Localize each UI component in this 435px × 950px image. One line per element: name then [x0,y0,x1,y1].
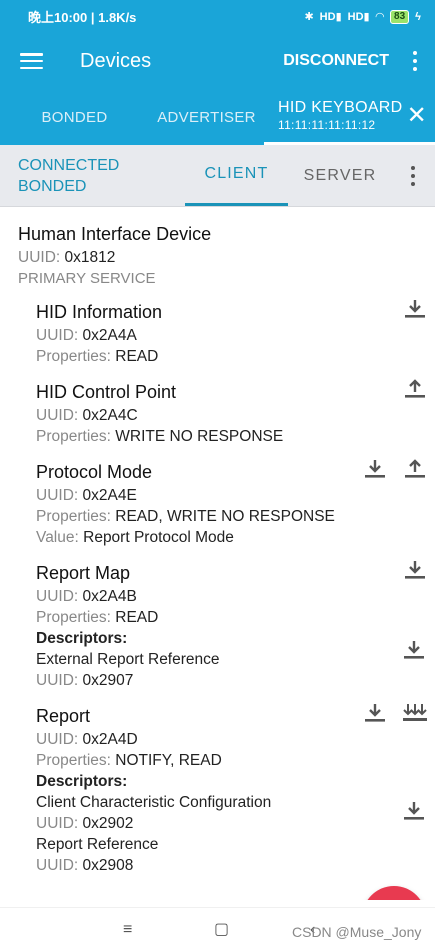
characteristic-hid-control-point[interactable]: HID Control Point UUID: 0x2A4C Propertie… [0,379,435,447]
app-bar: Devices DISCONNECT [0,33,435,89]
home-icon[interactable]: ▢ [214,919,229,939]
tab-device-name: HID KEYBOARD [278,99,403,116]
characteristic-name: HID Information [36,302,163,322]
watermark: CSDN @Muse_Jony [292,924,422,940]
descriptors-heading: Descriptors: [36,773,128,790]
connection-bar: CONNECTED BONDED CLIENT SERVER [0,145,435,207]
characteristic-name: Report Map [36,563,131,583]
characteristic-value: Value: Report Protocol Mode [36,529,234,546]
service-type: PRIMARY SERVICE [18,270,156,287]
system-nav-bar: ≡ ▢ ‹ CSDN @Muse_Jony [0,907,435,950]
descriptor-uuid: UUID: 0x2902 [36,815,134,832]
page-title: Devices [80,49,152,72]
characteristic-properties: Properties: WRITE NO RESPONSE [36,428,284,445]
service-list: Human Interface Device UUID: 0x1812 PRIM… [0,207,435,900]
tab-bonded[interactable]: BONDED [0,89,149,145]
read-download-icon[interactable] [363,701,387,725]
descriptor-name: External Report Reference [36,651,220,668]
tab-client[interactable]: CLIENT [185,145,288,206]
bonded-label: BONDED [18,177,87,195]
characteristic-properties: Properties: READ [36,609,159,626]
service-item[interactable]: Human Interface Device UUID: 0x1812 PRIM… [0,223,435,289]
read-download-icon[interactable] [403,558,427,582]
log-fab-button[interactable] [362,886,426,900]
characteristic-uuid: UUID: 0x2A4B [36,588,137,605]
descriptor-uuid: UUID: 0x2907 [36,672,134,689]
tab-hid-keyboard[interactable]: HID KEYBOARD 11:11:11:11:11:12 ✕ [264,89,435,145]
descriptors-heading: Descriptors: [36,630,128,647]
characteristic-uuid: UUID: 0x2A4E [36,487,137,504]
cell-signal-icon-1: HD▮ [319,11,342,23]
battery-icon: 83 [390,9,410,24]
characteristic-hid-information[interactable]: HID Information UUID: 0x2A4A Properties:… [0,300,435,367]
characteristic-protocol-mode[interactable]: Protocol Mode UUID: 0x2A4E Properties: R… [0,459,435,548]
tab-device-address: 11:11:11:11:11:12 [278,118,376,132]
charging-icon: ϟ [415,10,421,23]
close-icon[interactable]: ✕ [407,104,427,128]
characteristic-uuid: UUID: 0x2A4C [36,407,138,424]
hamburger-menu-icon[interactable] [20,53,43,69]
recents-menu-icon[interactable]: ≡ [123,921,132,939]
descriptor-read-download-icon[interactable] [403,640,427,664]
write-upload-icon[interactable] [403,457,427,481]
device-tabs: BONDED ADVERTISER HID KEYBOARD 11:11:11:… [0,89,435,145]
descriptor-read-download-icon[interactable] [403,801,427,825]
wifi-icon: ◠ [375,11,385,23]
cell-signal-icon-2: HD▮ [347,11,370,23]
descriptor-uuid: UUID: 0x2908 [36,857,134,874]
characteristic-report-map[interactable]: Report Map UUID: 0x2A4B Properties: READ… [0,561,435,691]
tab-server[interactable]: SERVER [288,145,392,206]
tab-advertiser[interactable]: ADVERTISER [149,89,264,145]
client-overflow-menu-icon[interactable] [411,166,415,186]
characteristic-properties: Properties: READ, WRITE NO RESPONSE [36,508,335,525]
connection-status: CONNECTED BONDED [0,155,185,197]
connected-label: CONNECTED [18,156,120,174]
notify-multiple-download-icon[interactable] [403,701,427,725]
characteristic-properties: Properties: READ [36,348,159,365]
characteristic-uuid: UUID: 0x2A4D [36,731,138,748]
characteristic-report[interactable]: Report UUID: 0x2A4D Properties: NOTIFY, … [0,704,435,876]
descriptor-name: Report Reference [36,836,159,853]
service-name: Human Interface Device [18,224,212,244]
disconnect-button[interactable]: DISCONNECT [283,52,389,70]
characteristic-uuid: UUID: 0x2A4A [36,327,137,344]
read-download-icon[interactable] [403,297,427,321]
status-icons: ✱ HD▮ HD▮ ◠ 83 ϟ [304,9,421,24]
status-time: 晚上10:00 | 1.8K/s [28,10,137,25]
characteristic-properties: Properties: NOTIFY, READ [36,752,222,769]
service-uuid-row: UUID: 0x1812 [18,249,116,266]
read-download-icon[interactable] [363,457,387,481]
status-bar: 晚上10:00 | 1.8K/s ✱ HD▮ HD▮ ◠ 83 ϟ [0,0,435,33]
bluetooth-icon: ✱ [304,11,314,23]
descriptor-name: Client Characteristic Configuration [36,794,272,811]
characteristic-name: HID Control Point [36,382,177,402]
overflow-menu-icon[interactable] [403,51,427,71]
write-upload-icon[interactable] [403,377,427,401]
